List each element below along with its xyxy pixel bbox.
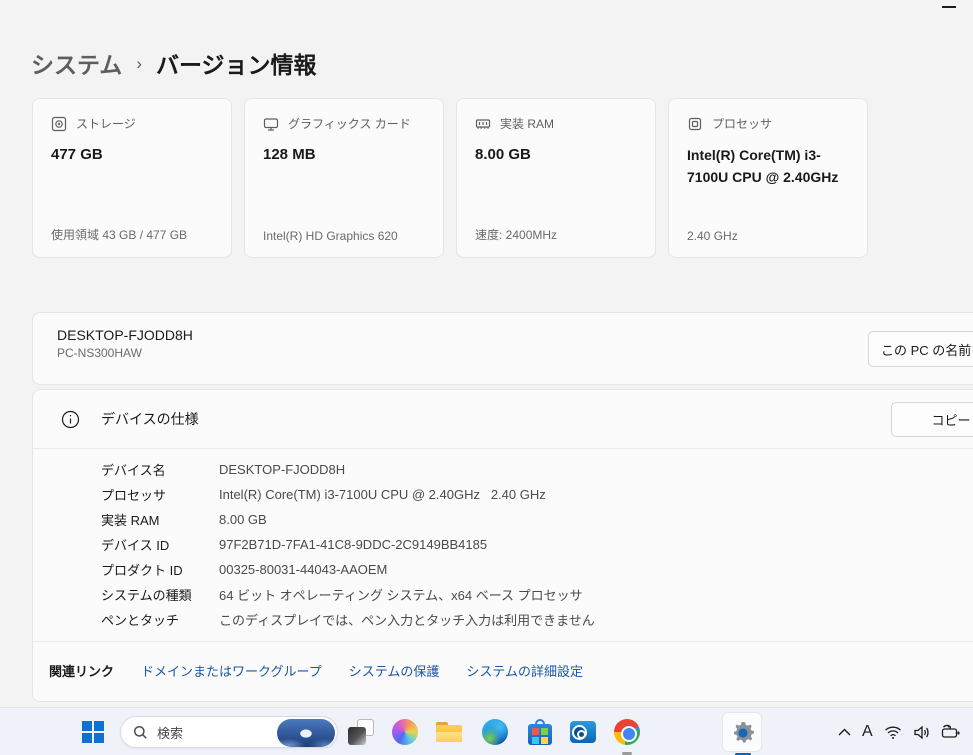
card-title: プロセッサ — [712, 115, 772, 132]
volume-icon[interactable] — [913, 725, 930, 740]
search-highlight-image[interactable] — [277, 719, 335, 747]
wifi-icon[interactable] — [884, 725, 902, 740]
ram-card: 実装 RAM 8.00 GB 速度: 2400MHz — [456, 98, 656, 258]
system-tray: A — [838, 708, 961, 755]
storage-icon — [51, 116, 67, 132]
spec-row: デバイス ID 97F2B71D-7FA1-41C8-9DDC-2C9149BB… — [101, 532, 973, 557]
device-model: PC-NS300HAW — [57, 346, 973, 360]
specs-section-title: デバイスの仕様 — [101, 409, 199, 429]
store-icon[interactable] — [527, 719, 553, 745]
search-placeholder: 検索 — [157, 723, 183, 742]
settings-icon[interactable] — [722, 712, 762, 752]
spec-row: ペンとタッチ このディスプレイでは、ペン入力とタッチ入力は利用できません — [101, 607, 973, 632]
taskbar: 検索 — [0, 707, 973, 755]
spec-row: 実装 RAM 8.00 GB — [101, 507, 973, 532]
link-domain-or-workgroup[interactable]: ドメインまたはワークグループ — [141, 661, 322, 680]
taskview-icon[interactable] — [348, 719, 374, 745]
spec-rows: デバイス名 DESKTOP-FJODD8H プロセッサ Intel(R) Cor… — [33, 449, 973, 632]
outlook-icon[interactable] — [570, 719, 596, 745]
related-links: 関連リンク ドメインまたはワークグループ システムの保護 システムの詳細設定 — [33, 642, 973, 698]
device-name: DESKTOP-FJODD8H — [57, 327, 973, 343]
card-title: 実装 RAM — [500, 115, 554, 132]
device-specs-panel: デバイスの仕様 コピー デバイス名 DESKTOP-FJODD8H プロセッサ … — [32, 389, 973, 702]
edge-icon[interactable] — [482, 719, 508, 745]
copy-button[interactable]: コピー — [891, 402, 973, 437]
rename-pc-button[interactable]: この PC の名前を変更 — [868, 331, 973, 367]
spec-row: システムの種類 64 ビット オペレーティング システム、x64 ベース プロセ… — [101, 582, 973, 607]
info-icon — [61, 410, 80, 429]
graphics-card: グラフィックス カード 128 MB Intel(R) HD Graphics … — [244, 98, 444, 258]
page-title: バージョン情報 — [156, 46, 317, 80]
chevron-right-icon: › — [136, 54, 142, 74]
start-icon[interactable] — [82, 721, 104, 743]
gear-icon — [730, 720, 756, 746]
ime-indicator[interactable]: A — [862, 723, 873, 741]
summary-cards: ストレージ 477 GB 使用領域 43 GB / 477 GB グラフィックス… — [32, 98, 868, 258]
card-caption: 速度: 2400MHz — [475, 226, 637, 243]
breadcrumb: システム › バージョン情報 — [31, 46, 317, 80]
chrome-icon[interactable] — [614, 719, 640, 745]
card-caption: 使用領域 43 GB / 477 GB — [51, 226, 213, 243]
related-links-label: 関連リンク — [49, 661, 114, 680]
link-system-protection[interactable]: システムの保護 — [349, 661, 440, 680]
minimize-icon[interactable] — [941, 5, 957, 15]
link-advanced-system-settings[interactable]: システムの詳細設定 — [466, 661, 583, 680]
processor-card: プロセッサ Intel(R) Core(TM) i3-7100U CPU @ 2… — [668, 98, 868, 258]
battery-icon[interactable] — [941, 724, 961, 740]
device-name-panel: DESKTOP-FJODD8H PC-NS300HAW この PC の名前を変更 — [32, 312, 973, 385]
file-explorer-icon[interactable] — [436, 719, 462, 745]
card-title: グラフィックス カード — [288, 115, 411, 132]
spec-row: プロダクト ID 00325-80031-44043-AAOEM — [101, 557, 973, 582]
tray-chevron-icon[interactable] — [838, 728, 851, 736]
card-caption: 2.40 GHz — [687, 229, 849, 243]
card-value: 8.00 GB — [475, 144, 637, 166]
card-title: ストレージ — [76, 115, 136, 132]
search-input[interactable]: 検索 — [120, 716, 338, 748]
search-icon — [133, 725, 148, 740]
cpu-icon — [687, 116, 703, 132]
spec-row: デバイス名 DESKTOP-FJODD8H — [101, 457, 973, 482]
card-caption: Intel(R) HD Graphics 620 — [263, 229, 425, 243]
card-value: Intel(R) Core(TM) i3-7100U CPU @ 2.40GHz — [687, 144, 849, 188]
breadcrumb-system[interactable]: システム — [31, 46, 122, 80]
spec-row: プロセッサ Intel(R) Core(TM) i3-7100U CPU @ 2… — [101, 482, 973, 507]
copilot-icon[interactable] — [392, 719, 418, 745]
card-value: 477 GB — [51, 144, 213, 166]
graphics-icon — [263, 116, 279, 132]
card-value: 128 MB — [263, 144, 425, 166]
ram-icon — [475, 116, 491, 132]
storage-card: ストレージ 477 GB 使用領域 43 GB / 477 GB — [32, 98, 232, 258]
